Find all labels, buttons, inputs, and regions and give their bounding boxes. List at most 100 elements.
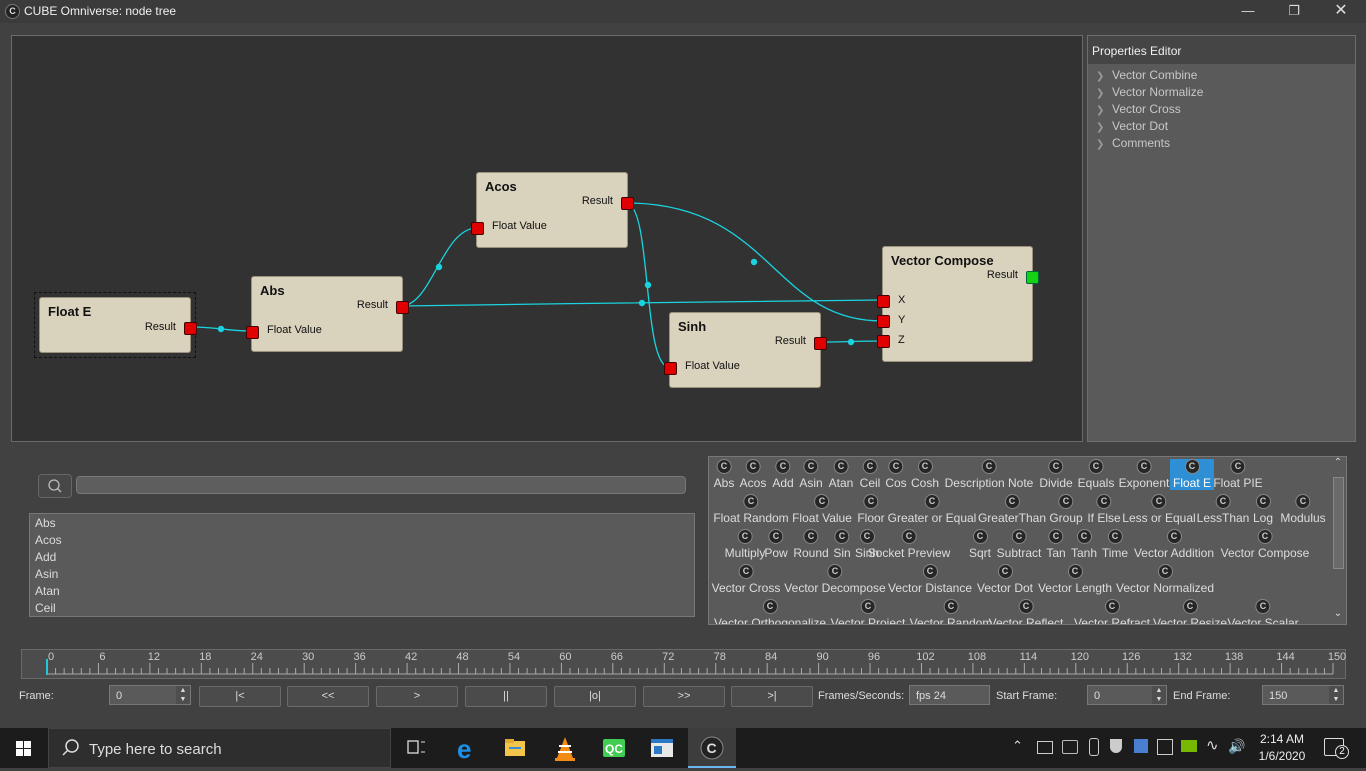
palette-item[interactable]: C Floor bbox=[857, 494, 885, 525]
palette-item[interactable]: C Vector Normalized bbox=[1116, 564, 1214, 595]
node-float-e[interactable]: Float E Result bbox=[39, 297, 197, 353]
palette-item[interactable]: C Float Value bbox=[792, 494, 852, 525]
palette-item[interactable]: C Float PIE bbox=[1213, 459, 1263, 490]
palette-item[interactable]: C Equals bbox=[1078, 459, 1114, 490]
palette-item[interactable]: C Cosh bbox=[911, 459, 939, 490]
stop-button[interactable]: |o| bbox=[554, 686, 636, 707]
palette-item[interactable]: C Divide bbox=[1039, 459, 1073, 490]
list-item[interactable]: Asin bbox=[35, 567, 58, 581]
palette-item[interactable]: C Exponent bbox=[1119, 459, 1169, 490]
palette-item[interactable]: C Subtract bbox=[997, 529, 1041, 560]
palette-item[interactable]: C Vector Orthogonalize bbox=[714, 599, 826, 624]
palette-item[interactable]: C If Else bbox=[1087, 494, 1121, 525]
palette-item[interactable]: C Vector Addition bbox=[1134, 529, 1214, 560]
palette-item[interactable]: C Time bbox=[1102, 529, 1128, 560]
file-explorer-icon[interactable] bbox=[491, 728, 539, 768]
palette-item[interactable]: C Vector Scalar bbox=[1227, 599, 1299, 624]
palette-item[interactable]: C Multiply bbox=[725, 529, 765, 560]
go-to-start-button[interactable]: |< bbox=[199, 686, 281, 707]
palette-item[interactable]: C Float E bbox=[1169, 459, 1215, 490]
restore-button[interactable]: ❐ bbox=[1271, 0, 1317, 23]
output-port[interactable] bbox=[621, 197, 634, 210]
node-palette[interactable]: C Abs C Acos C Add C Asin C Atan C Ceil C Cos C Cosh C De… bbox=[708, 456, 1347, 625]
palette-item[interactable]: C Description Note bbox=[945, 459, 1033, 490]
output-port[interactable] bbox=[184, 322, 197, 335]
nvidia-icon[interactable] bbox=[1181, 740, 1197, 752]
palette-item[interactable]: C Vector Resize bbox=[1153, 599, 1227, 624]
usb-icon[interactable] bbox=[1089, 738, 1099, 756]
palette-item[interactable]: C Vector Compose bbox=[1221, 529, 1309, 560]
output-port[interactable] bbox=[396, 301, 409, 314]
spinner-arrows-icon[interactable]: ▲ ▼ bbox=[1152, 686, 1166, 704]
edge-browser-icon[interactable]: e bbox=[443, 728, 491, 768]
qt-creator-icon[interactable]: QC bbox=[590, 728, 638, 768]
scroll-down-icon[interactable]: ⌄ bbox=[1331, 608, 1345, 622]
palette-item[interactable]: C Vector Length bbox=[1038, 564, 1112, 595]
palette-item[interactable]: C Socket Preview bbox=[868, 529, 950, 560]
play-button[interactable]: > bbox=[376, 686, 458, 707]
palette-item[interactable]: C Float Random bbox=[713, 494, 789, 525]
network-device-icon[interactable] bbox=[1037, 741, 1053, 754]
palette-item[interactable]: C Atan bbox=[829, 459, 853, 490]
search-input[interactable] bbox=[76, 476, 686, 494]
palette-item[interactable]: C Group bbox=[1049, 494, 1083, 525]
node-graph-canvas[interactable]: Float E Result Abs Result Float Value Ac… bbox=[11, 35, 1083, 442]
palette-item[interactable]: C Vector Project bbox=[831, 599, 905, 624]
close-button[interactable]: ✕ bbox=[1318, 0, 1364, 23]
list-item[interactable]: Add bbox=[35, 550, 56, 564]
palette-item[interactable]: C Vector Distance bbox=[888, 564, 972, 595]
palette-item[interactable]: C Asin bbox=[799, 459, 823, 490]
palette-item[interactable]: C Log bbox=[1253, 494, 1273, 525]
palette-item[interactable]: C Acos bbox=[740, 459, 766, 490]
input-port-z[interactable] bbox=[877, 335, 890, 348]
spinner-arrows-icon[interactable]: ▲ ▼ bbox=[176, 686, 190, 704]
node-sinh[interactable]: Sinh Result Float Value bbox=[664, 312, 827, 388]
palette-item[interactable]: C Vector Decompose bbox=[784, 564, 886, 595]
palette-item[interactable]: C Vector Dot bbox=[977, 564, 1033, 595]
node-acos[interactable]: Acos Result Float Value bbox=[471, 172, 634, 248]
input-port[interactable] bbox=[664, 362, 677, 375]
chevron-up-icon[interactable]: ⌃ bbox=[1012, 738, 1023, 754]
node-vector-compose[interactable]: Vector Compose Result X Y Z bbox=[877, 246, 1039, 362]
timeline[interactable]: 0 6 12 18 24 30 36 42 48 54 60 66 72 78 84 90 96 102 108 11… bbox=[21, 649, 1346, 679]
palette-scrollbar[interactable]: ⌃ ⌄ bbox=[1331, 457, 1345, 624]
notification-center-icon[interactable]: 2 bbox=[1324, 738, 1349, 759]
palette-item[interactable]: C Vector Cross bbox=[712, 564, 780, 595]
palette-item[interactable]: C GreaterThan bbox=[978, 494, 1046, 525]
palette-item[interactable]: C LessThan bbox=[1197, 494, 1249, 525]
keyboard-icon[interactable] bbox=[1157, 739, 1173, 755]
rewind-button[interactable]: << bbox=[287, 686, 369, 707]
palette-item[interactable]: C Sin bbox=[833, 529, 851, 560]
palette-item[interactable]: C Add bbox=[772, 459, 794, 490]
list-item[interactable]: Atan bbox=[35, 584, 60, 598]
input-port-y[interactable] bbox=[877, 315, 890, 328]
list-item[interactable]: Acos bbox=[35, 533, 62, 547]
frame-spinbox[interactable]: 0 ▲ ▼ bbox=[109, 685, 191, 705]
cube-omniverse-taskbar-icon[interactable]: C bbox=[688, 728, 736, 768]
property-item[interactable]: ❯ Comments bbox=[1096, 136, 1170, 150]
output-port[interactable] bbox=[1026, 271, 1039, 284]
input-port-x[interactable] bbox=[877, 295, 890, 308]
palette-item[interactable]: C Tan bbox=[1046, 529, 1066, 560]
scroll-up-icon[interactable]: ⌃ bbox=[1331, 457, 1345, 471]
fast-forward-button[interactable]: >> bbox=[643, 686, 725, 707]
fps-input[interactable]: fps 24 bbox=[909, 685, 990, 705]
palette-item[interactable]: C Vector Random bbox=[910, 599, 992, 624]
palette-item[interactable]: C Sqrt bbox=[969, 529, 991, 560]
go-to-end-button[interactable]: >| bbox=[731, 686, 813, 707]
palette-item[interactable]: C Vector Reflect bbox=[989, 599, 1063, 624]
wifi-icon[interactable]: ∿ bbox=[1206, 736, 1219, 754]
volume-icon[interactable]: 🔊 bbox=[1228, 738, 1245, 755]
vlc-icon[interactable] bbox=[541, 728, 589, 768]
playhead[interactable] bbox=[46, 659, 48, 675]
node-list[interactable]: Abs Acos Add Asin Atan Ceil ⌃ ⌄ bbox=[29, 513, 695, 617]
palette-item[interactable]: C Round bbox=[793, 529, 829, 560]
node-abs[interactable]: Abs Result Float Value bbox=[246, 276, 409, 352]
list-item[interactable]: Abs bbox=[35, 516, 56, 530]
palette-item[interactable]: C Vector Refract bbox=[1074, 599, 1150, 624]
property-item[interactable]: ❯ Vector Dot bbox=[1096, 119, 1168, 133]
list-item[interactable]: Ceil bbox=[35, 601, 56, 615]
property-item[interactable]: ❯ Vector Combine bbox=[1096, 68, 1197, 82]
palette-item[interactable]: C Cos bbox=[885, 459, 907, 490]
task-view-icon[interactable] bbox=[392, 728, 440, 768]
